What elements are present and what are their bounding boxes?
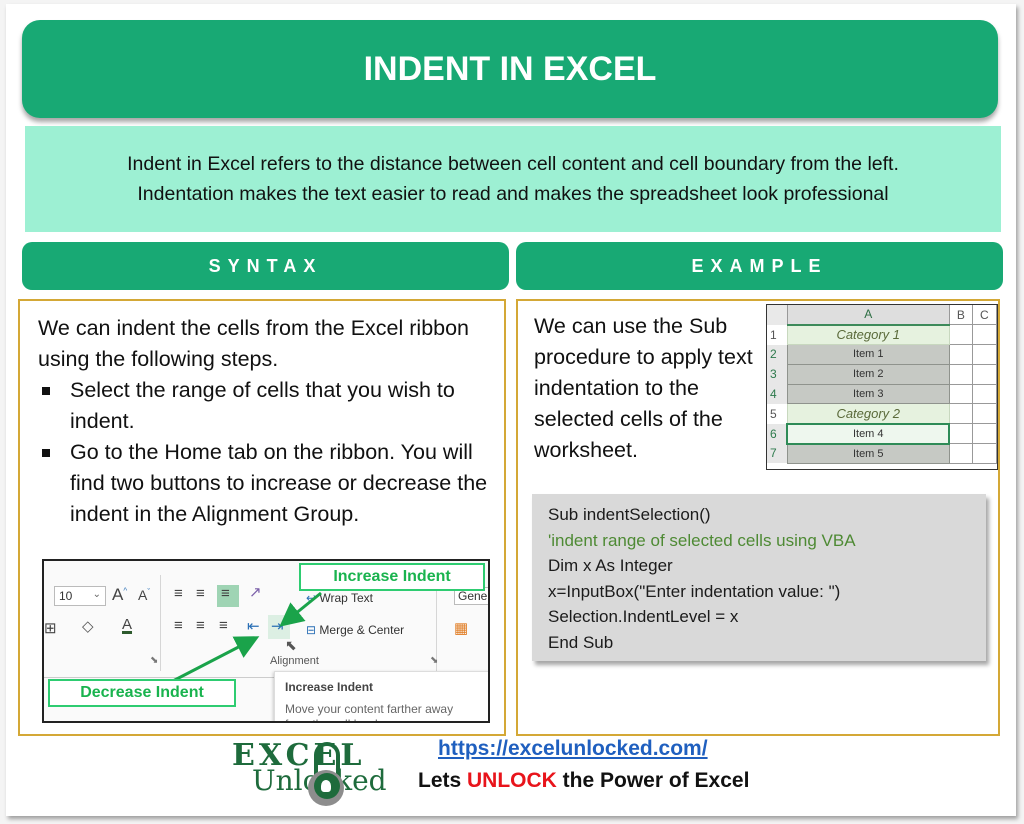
cell: Item 5 (786, 443, 950, 464)
increase-indent-callout-label: Increase Indent (333, 568, 451, 585)
select-all-corner (767, 305, 787, 325)
cell (948, 423, 973, 445)
cell: Category 1 (786, 324, 950, 346)
column-header: C (971, 305, 998, 326)
table-row: 4 Item 3 (767, 383, 998, 405)
cell (948, 443, 973, 464)
tagline: Lets UNLOCK the Power of Excel (418, 769, 749, 793)
code-comment-line: 'indent range of selected cells using VB… (548, 530, 856, 550)
cell: Item 3 (786, 383, 950, 405)
syntax-steps: Select the range of cells that you wish … (38, 375, 488, 530)
code-line: Selection.IndentLevel = x (548, 607, 739, 626)
table-row: 1 Category 1 (767, 324, 998, 346)
syntax-paragraph: We can indent the cells from the Excel r… (38, 316, 470, 371)
table-row: 5 Category 2 (767, 403, 998, 425)
active-cell: Item 4 (785, 422, 951, 445)
example-paragraph: We can use the Sub procedure to apply te… (534, 314, 753, 462)
cell (948, 344, 973, 365)
row-header: 6 (767, 423, 787, 444)
table-row: 2 Item 1 (767, 344, 998, 365)
row-header: 5 (767, 403, 787, 424)
syntax-text: We can indent the cells from the Excel r… (38, 313, 488, 530)
table-row: 6 Item 4 (767, 422, 998, 445)
column-header: B (948, 305, 973, 326)
cell (948, 403, 973, 425)
tagline-prefix: Lets (418, 769, 468, 792)
row-header: 1 (767, 324, 787, 345)
cell: Item 1 (786, 344, 950, 365)
title-banner: INDENT IN EXCEL (22, 20, 998, 118)
intro-line-1: Indent in Excel refers to the distance b… (127, 153, 899, 175)
excel-unlocked-logo: EXCEL Unlocked (232, 738, 404, 806)
column-header: A (786, 305, 950, 326)
decrease-indent-callout-label: Decrease Indent (80, 684, 204, 701)
syntax-heading: SYNTAX (22, 242, 509, 290)
increase-indent-arrow (279, 591, 322, 627)
example-heading: EXAMPLE (516, 242, 1003, 290)
row-header: 4 (767, 384, 787, 404)
tagline-highlight: UNLOCK (467, 769, 557, 792)
code-line: Dim x As Integer (548, 556, 673, 575)
keyhole-icon (321, 780, 331, 792)
cell (971, 383, 998, 405)
syntax-heading-label: SYNTAX (208, 255, 323, 276)
cell: Category 2 (786, 403, 950, 425)
code-line: End Sub (548, 632, 614, 652)
cell (971, 443, 998, 464)
cell (971, 403, 998, 425)
increase-indent-callout: Increase Indent (299, 563, 485, 591)
page-title: INDENT IN EXCEL (363, 49, 657, 88)
row-header: 2 (767, 344, 787, 365)
cell (948, 363, 973, 385)
cell (948, 383, 973, 405)
example-panel: We can use the Sub procedure to apply te… (516, 299, 1000, 736)
syntax-step: Select the range of cells that you wish … (38, 375, 488, 437)
row-header: 7 (767, 443, 787, 464)
cell (971, 363, 998, 385)
cell: Item 2 (786, 363, 950, 385)
tagline-suffix: the Power of Excel (556, 769, 750, 792)
decrease-indent-callout: Decrease Indent (48, 679, 236, 707)
cell (948, 324, 973, 346)
cell (971, 324, 998, 346)
website-link[interactable]: https://excelunlocked.com/ (438, 737, 708, 761)
syntax-panel: We can indent the cells from the Excel r… (18, 299, 506, 736)
cell (971, 344, 998, 365)
code-line: x=InputBox("Enter indentation value: ") (548, 581, 841, 601)
column-header-row: A B C (767, 305, 998, 326)
code-line: Sub indentSelection() (548, 505, 711, 524)
syntax-step: Go to the Home tab on the ribbon. You wi… (38, 437, 488, 530)
example-heading-label: EXAMPLE (691, 255, 828, 276)
intro-line-2: Indentation makes the text easier to rea… (137, 183, 889, 205)
table-row: 3 Item 2 (767, 363, 998, 385)
ribbon-screenshot: 10 ⌄ A^ Aˇ ⊞ ◇ A ≡ ≡ ≡ ↗ ≡ ≡ ≡ ⇤ ⇥ ⬉ ↩ W… (42, 559, 490, 723)
worksheet-preview: A B C 1 Category 1 2 Item 1 3 Item 2 4 I… (766, 304, 998, 470)
worksheet-grid: A B C 1 Category 1 2 Item 1 3 Item 2 4 I… (767, 305, 998, 464)
vba-code-block: Sub indentSelection() 'indent range of s… (532, 494, 986, 661)
row-header: 3 (767, 364, 787, 385)
decrease-indent-arrow (168, 636, 260, 685)
table-row: 7 Item 5 (767, 443, 998, 464)
intro-box: Indent in Excel refers to the distance b… (25, 126, 1001, 232)
cell (971, 423, 998, 445)
